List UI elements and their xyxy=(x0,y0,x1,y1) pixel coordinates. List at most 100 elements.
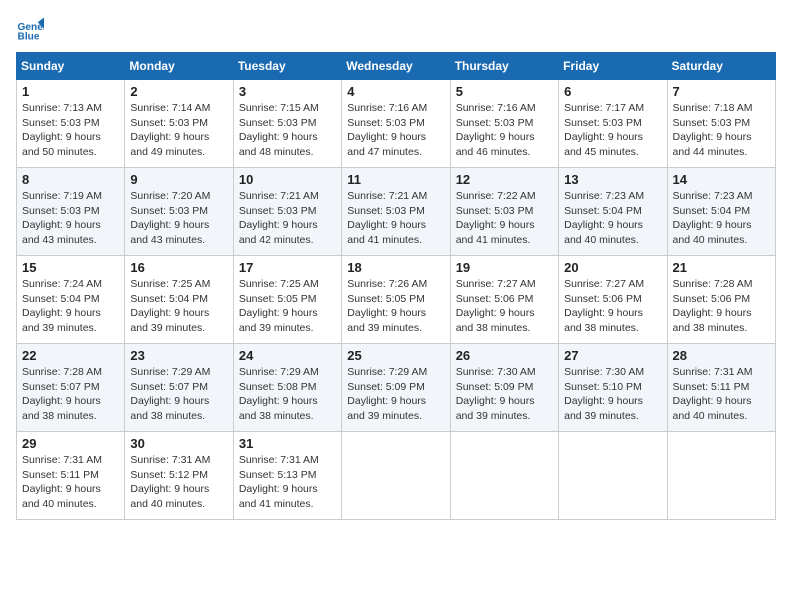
day-number: 6 xyxy=(564,84,661,99)
day-info: Sunrise: 7:21 AM Sunset: 5:03 PM Dayligh… xyxy=(347,189,444,248)
calendar-cell: 13 Sunrise: 7:23 AM Sunset: 5:04 PM Dayli… xyxy=(559,168,667,256)
calendar-cell: 19 Sunrise: 7:27 AM Sunset: 5:06 PM Dayli… xyxy=(450,256,558,344)
day-number: 17 xyxy=(239,260,336,275)
page-header: General Blue xyxy=(16,16,776,44)
day-number: 20 xyxy=(564,260,661,275)
calendar-week-row: 8 Sunrise: 7:19 AM Sunset: 5:03 PM Daylig… xyxy=(17,168,776,256)
calendar-cell xyxy=(559,432,667,520)
day-info: Sunrise: 7:25 AM Sunset: 5:05 PM Dayligh… xyxy=(239,277,336,336)
calendar-cell: 10 Sunrise: 7:21 AM Sunset: 5:03 PM Dayli… xyxy=(233,168,341,256)
day-number: 14 xyxy=(673,172,770,187)
day-number: 12 xyxy=(456,172,553,187)
calendar-cell: 8 Sunrise: 7:19 AM Sunset: 5:03 PM Daylig… xyxy=(17,168,125,256)
weekday-header-wednesday: Wednesday xyxy=(342,53,450,80)
day-number: 3 xyxy=(239,84,336,99)
calendar-cell: 25 Sunrise: 7:29 AM Sunset: 5:09 PM Dayli… xyxy=(342,344,450,432)
day-number: 31 xyxy=(239,436,336,451)
day-number: 9 xyxy=(130,172,227,187)
day-number: 13 xyxy=(564,172,661,187)
day-number: 11 xyxy=(347,172,444,187)
logo: General Blue xyxy=(16,16,48,44)
weekday-header-friday: Friday xyxy=(559,53,667,80)
calendar-cell: 18 Sunrise: 7:26 AM Sunset: 5:05 PM Dayli… xyxy=(342,256,450,344)
day-number: 23 xyxy=(130,348,227,363)
calendar-cell: 7 Sunrise: 7:18 AM Sunset: 5:03 PM Daylig… xyxy=(667,80,775,168)
day-info: Sunrise: 7:14 AM Sunset: 5:03 PM Dayligh… xyxy=(130,101,227,160)
calendar-cell: 11 Sunrise: 7:21 AM Sunset: 5:03 PM Dayli… xyxy=(342,168,450,256)
day-number: 30 xyxy=(130,436,227,451)
day-number: 29 xyxy=(22,436,119,451)
day-info: Sunrise: 7:23 AM Sunset: 5:04 PM Dayligh… xyxy=(564,189,661,248)
calendar-cell: 29 Sunrise: 7:31 AM Sunset: 5:11 PM Dayli… xyxy=(17,432,125,520)
day-info: Sunrise: 7:25 AM Sunset: 5:04 PM Dayligh… xyxy=(130,277,227,336)
day-number: 27 xyxy=(564,348,661,363)
calendar-table: SundayMondayTuesdayWednesdayThursdayFrid… xyxy=(16,52,776,520)
calendar-cell: 28Sunrise: 7:31 AM Sunset: 5:11 PM Dayli… xyxy=(667,344,775,432)
calendar-week-row: 22 Sunrise: 7:28 AM Sunset: 5:07 PM Dayli… xyxy=(17,344,776,432)
day-number: 26 xyxy=(456,348,553,363)
calendar-cell: 4 Sunrise: 7:16 AM Sunset: 5:03 PM Daylig… xyxy=(342,80,450,168)
day-info: Sunrise: 7:31 AM Sunset: 5:11 PM Dayligh… xyxy=(22,453,119,512)
calendar-week-row: 15Sunrise: 7:24 AM Sunset: 5:04 PM Dayli… xyxy=(17,256,776,344)
calendar-cell: 30 Sunrise: 7:31 AM Sunset: 5:12 PM Dayli… xyxy=(125,432,233,520)
day-info: Sunrise: 7:27 AM Sunset: 5:06 PM Dayligh… xyxy=(564,277,661,336)
day-info: Sunrise: 7:27 AM Sunset: 5:06 PM Dayligh… xyxy=(456,277,553,336)
calendar-cell xyxy=(342,432,450,520)
calendar-cell: 14Sunrise: 7:23 AM Sunset: 5:04 PM Dayli… xyxy=(667,168,775,256)
day-info: Sunrise: 7:20 AM Sunset: 5:03 PM Dayligh… xyxy=(130,189,227,248)
day-number: 22 xyxy=(22,348,119,363)
day-number: 24 xyxy=(239,348,336,363)
day-info: Sunrise: 7:19 AM Sunset: 5:03 PM Dayligh… xyxy=(22,189,119,248)
calendar-cell: 20 Sunrise: 7:27 AM Sunset: 5:06 PM Dayli… xyxy=(559,256,667,344)
weekday-header-tuesday: Tuesday xyxy=(233,53,341,80)
calendar-cell: 1Sunrise: 7:13 AM Sunset: 5:03 PM Daylig… xyxy=(17,80,125,168)
calendar-cell: 17 Sunrise: 7:25 AM Sunset: 5:05 PM Dayli… xyxy=(233,256,341,344)
calendar-cell: 21Sunrise: 7:28 AM Sunset: 5:06 PM Dayli… xyxy=(667,256,775,344)
calendar-cell: 31 Sunrise: 7:31 AM Sunset: 5:13 PM Dayli… xyxy=(233,432,341,520)
day-number: 10 xyxy=(239,172,336,187)
calendar-cell xyxy=(450,432,558,520)
calendar-cell: 15Sunrise: 7:24 AM Sunset: 5:04 PM Dayli… xyxy=(17,256,125,344)
weekday-header-sunday: Sunday xyxy=(17,53,125,80)
day-number: 25 xyxy=(347,348,444,363)
day-number: 19 xyxy=(456,260,553,275)
calendar-cell: 27Sunrise: 7:30 AM Sunset: 5:10 PM Dayli… xyxy=(559,344,667,432)
day-info: Sunrise: 7:31 AM Sunset: 5:11 PM Dayligh… xyxy=(673,365,770,424)
calendar-header-row: SundayMondayTuesdayWednesdayThursdayFrid… xyxy=(17,53,776,80)
day-info: Sunrise: 7:16 AM Sunset: 5:03 PM Dayligh… xyxy=(347,101,444,160)
calendar-week-row: 29 Sunrise: 7:31 AM Sunset: 5:11 PM Dayli… xyxy=(17,432,776,520)
day-info: Sunrise: 7:29 AM Sunset: 5:09 PM Dayligh… xyxy=(347,365,444,424)
day-info: Sunrise: 7:13 AM Sunset: 5:03 PM Dayligh… xyxy=(22,101,119,160)
calendar-cell: 12 Sunrise: 7:22 AM Sunset: 5:03 PM Dayli… xyxy=(450,168,558,256)
day-info: Sunrise: 7:29 AM Sunset: 5:07 PM Dayligh… xyxy=(130,365,227,424)
day-number: 5 xyxy=(456,84,553,99)
day-number: 7 xyxy=(673,84,770,99)
calendar-cell: 26Sunrise: 7:30 AM Sunset: 5:09 PM Dayli… xyxy=(450,344,558,432)
calendar-cell: 2Sunrise: 7:14 AM Sunset: 5:03 PM Daylig… xyxy=(125,80,233,168)
day-info: Sunrise: 7:16 AM Sunset: 5:03 PM Dayligh… xyxy=(456,101,553,160)
calendar-cell xyxy=(667,432,775,520)
day-info: Sunrise: 7:31 AM Sunset: 5:13 PM Dayligh… xyxy=(239,453,336,512)
day-info: Sunrise: 7:26 AM Sunset: 5:05 PM Dayligh… xyxy=(347,277,444,336)
svg-text:Blue: Blue xyxy=(18,31,40,42)
calendar-cell: 16 Sunrise: 7:25 AM Sunset: 5:04 PM Dayli… xyxy=(125,256,233,344)
day-number: 8 xyxy=(22,172,119,187)
calendar-cell: 5 Sunrise: 7:16 AM Sunset: 5:03 PM Daylig… xyxy=(450,80,558,168)
day-number: 4 xyxy=(347,84,444,99)
day-info: Sunrise: 7:28 AM Sunset: 5:07 PM Dayligh… xyxy=(22,365,119,424)
day-info: Sunrise: 7:18 AM Sunset: 5:03 PM Dayligh… xyxy=(673,101,770,160)
calendar-cell: 6Sunrise: 7:17 AM Sunset: 5:03 PM Daylig… xyxy=(559,80,667,168)
day-info: Sunrise: 7:22 AM Sunset: 5:03 PM Dayligh… xyxy=(456,189,553,248)
weekday-header-monday: Monday xyxy=(125,53,233,80)
day-info: Sunrise: 7:21 AM Sunset: 5:03 PM Dayligh… xyxy=(239,189,336,248)
calendar-cell: 9 Sunrise: 7:20 AM Sunset: 5:03 PM Daylig… xyxy=(125,168,233,256)
day-number: 18 xyxy=(347,260,444,275)
day-number: 15 xyxy=(22,260,119,275)
day-number: 16 xyxy=(130,260,227,275)
calendar-cell: 3Sunrise: 7:15 AM Sunset: 5:03 PM Daylig… xyxy=(233,80,341,168)
calendar-cell: 24Sunrise: 7:29 AM Sunset: 5:08 PM Dayli… xyxy=(233,344,341,432)
day-info: Sunrise: 7:31 AM Sunset: 5:12 PM Dayligh… xyxy=(130,453,227,512)
calendar-cell: 22 Sunrise: 7:28 AM Sunset: 5:07 PM Dayli… xyxy=(17,344,125,432)
day-number: 21 xyxy=(673,260,770,275)
logo-icon: General Blue xyxy=(16,16,44,44)
